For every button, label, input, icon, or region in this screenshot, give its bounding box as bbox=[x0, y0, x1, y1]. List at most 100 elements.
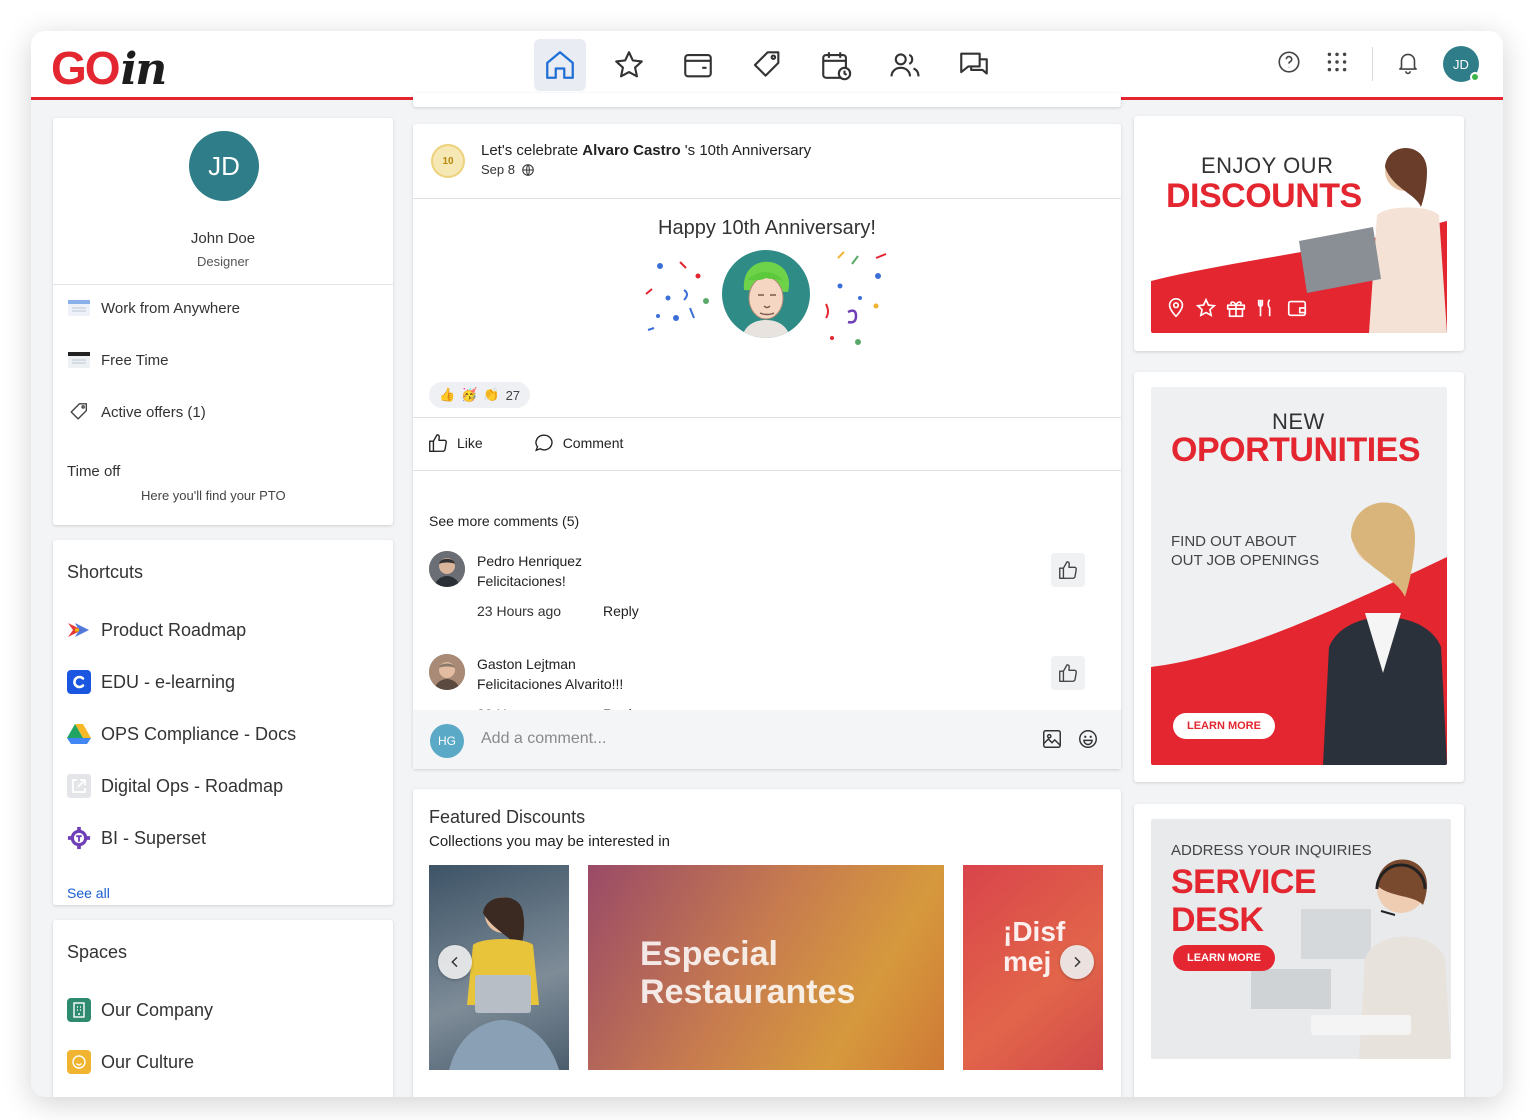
service-desk-big-text-1: SERVICE bbox=[1171, 863, 1317, 901]
nav-chat[interactable] bbox=[948, 39, 1000, 91]
featured-title: Featured Discounts bbox=[429, 807, 586, 827]
nav-favorites[interactable] bbox=[603, 39, 655, 91]
people-icon bbox=[890, 53, 920, 77]
thumbs-up-icon bbox=[1059, 561, 1077, 579]
profile-item-work-from-anywhere[interactable]: Work from Anywhere bbox=[67, 298, 240, 318]
confetti-right bbox=[825, 251, 887, 345]
commenter-name[interactable]: Gaston Lejtman bbox=[477, 656, 576, 672]
post-date: Sep 8 bbox=[481, 162, 515, 177]
profile-item-active-offers[interactable]: Active offers (1) bbox=[67, 402, 206, 422]
nav-wallet[interactable] bbox=[672, 39, 724, 91]
medal-number: 10 bbox=[442, 155, 454, 167]
help-button[interactable] bbox=[1276, 49, 1302, 80]
opportunities-banner[interactable]: NEW OPORTUNITIES FIND OUT ABOUT OUT JOB O… bbox=[1151, 387, 1447, 765]
edu-c-icon bbox=[67, 670, 91, 694]
see-more-comments-link[interactable]: See more comments (5) bbox=[429, 513, 579, 529]
commenter-avatar[interactable] bbox=[429, 551, 465, 587]
reactions-summary[interactable]: 👍 🥳 👏 27 bbox=[429, 382, 531, 408]
emoji-button[interactable] bbox=[1077, 728, 1099, 755]
home-icon bbox=[546, 51, 574, 79]
discount-card-especial-restaurantes[interactable]: Especial Restaurantes bbox=[588, 865, 944, 1070]
nav-calendar[interactable] bbox=[810, 39, 862, 91]
shortcuts-see-all-link[interactable]: See all bbox=[67, 885, 110, 901]
reply-button[interactable]: Reply bbox=[603, 603, 639, 619]
carousel-prev-button[interactable] bbox=[438, 945, 472, 979]
notifications-button[interactable] bbox=[1395, 49, 1421, 80]
thumbs-up-icon bbox=[1059, 664, 1077, 682]
header-actions: JD bbox=[1276, 46, 1480, 82]
discounts-small-text: ENJOY OUR bbox=[1201, 153, 1334, 178]
discounts-banner[interactable]: ENJOY OUR DISCOUNTS bbox=[1151, 131, 1447, 333]
commenter-name[interactable]: Pedro Henriquez bbox=[477, 553, 582, 569]
add-comment-input[interactable] bbox=[481, 730, 981, 748]
star-icon bbox=[1195, 297, 1217, 317]
chevron-right-icon bbox=[1074, 956, 1081, 968]
nav-people[interactable] bbox=[879, 39, 931, 91]
goin-logo[interactable]: GOin bbox=[51, 41, 167, 95]
post-actions: Like Comment bbox=[427, 432, 623, 454]
profile-name: John Doe bbox=[190, 230, 256, 247]
comment-text: Felicitaciones Alvarito!!! bbox=[477, 676, 624, 692]
shortcut-product-roadmap[interactable]: Product Roadmap bbox=[67, 618, 246, 642]
comment-like-button[interactable] bbox=[1051, 553, 1085, 587]
service-desk-learn-more-button[interactable]: LEARN MORE bbox=[1173, 945, 1275, 971]
card3-line2: mej bbox=[1003, 946, 1052, 977]
profile-item-free-time[interactable]: Free Time bbox=[67, 350, 169, 370]
help-icon bbox=[1278, 50, 1300, 73]
user-avatar-button[interactable]: JD bbox=[1443, 46, 1480, 82]
like-button[interactable]: Like bbox=[427, 432, 483, 454]
gift-icon bbox=[1226, 301, 1246, 318]
app-window: GOin JD JD John Doe Designer Work from A… bbox=[31, 31, 1503, 1097]
space-our-company[interactable]: Our Company bbox=[67, 998, 213, 1022]
promo-card-opportunities: NEW OPORTUNITIES FIND OUT ABOUT OUT JOB O… bbox=[1134, 372, 1464, 782]
especial-restaurantes-text: Especial Restaurantes bbox=[640, 935, 855, 1011]
current-user-avatar: HG bbox=[430, 724, 464, 758]
carousel-next-button[interactable] bbox=[1060, 945, 1094, 979]
shortcut-edu-e-learning[interactable]: EDU - e-learning bbox=[67, 670, 235, 694]
grid-dots-icon bbox=[1327, 52, 1347, 71]
promo-card-service-desk: ADDRESS YOUR INQUIRIES SERVICE DESK LEAR… bbox=[1134, 804, 1464, 1097]
current-user-initials: HG bbox=[438, 734, 456, 748]
discount-category-icons bbox=[1165, 297, 1309, 319]
post-title-name[interactable]: Alvaro Castro bbox=[582, 142, 680, 159]
post-title-suffix: 's 10th Anniversary bbox=[680, 142, 812, 159]
post-meta: Sep 8 bbox=[481, 162, 535, 177]
comment-label: Comment bbox=[562, 435, 624, 451]
space-our-culture[interactable]: Our Culture bbox=[67, 1050, 194, 1074]
commenter-avatar[interactable] bbox=[429, 654, 465, 690]
comment-button[interactable]: Comment bbox=[533, 432, 624, 454]
profile-item-label: Free Time bbox=[101, 351, 169, 369]
online-status-dot bbox=[1470, 72, 1480, 82]
anniversary-headline: Happy 10th Anniversary! bbox=[658, 217, 876, 239]
shortcut-label: Product Roadmap bbox=[101, 619, 247, 640]
clap-emoji: 👏 bbox=[483, 387, 500, 402]
timeoff-title: Time off bbox=[67, 463, 121, 480]
calendar-lines-icon bbox=[67, 298, 91, 318]
fork-knife-icon bbox=[1257, 299, 1271, 317]
opportunities-big-text: OPORTUNITIES bbox=[1171, 431, 1421, 469]
bell-icon bbox=[1399, 53, 1417, 74]
tag-icon bbox=[67, 402, 91, 422]
roadmap-icon bbox=[67, 618, 91, 642]
shortcut-ops-compliance-docs[interactable]: OPS Compliance - Docs bbox=[67, 722, 296, 746]
profile-initials: JD bbox=[208, 150, 240, 181]
apps-button[interactable] bbox=[1324, 49, 1350, 80]
shortcut-digital-ops-roadmap[interactable]: Digital Ops - Roadmap bbox=[67, 774, 283, 798]
comment-like-button[interactable] bbox=[1051, 656, 1085, 690]
profile-avatar[interactable]: JD bbox=[189, 131, 259, 201]
opportunities-learn-more-button[interactable]: LEARN MORE bbox=[1173, 713, 1275, 739]
service-desk-banner[interactable]: ADDRESS YOUR INQUIRIES SERVICE DESK LEAR… bbox=[1151, 819, 1451, 1059]
nav-home[interactable] bbox=[534, 39, 586, 91]
opportunities-sub-line1: FIND OUT ABOUT bbox=[1171, 533, 1297, 550]
profile-card: JD John Doe Designer Work from Anywhere … bbox=[53, 118, 393, 525]
space-label: Our Company bbox=[101, 999, 214, 1020]
medal-icon: 10 bbox=[431, 144, 465, 178]
thumbs-up-icon bbox=[429, 434, 447, 452]
shortcut-label: OPS Compliance - Docs bbox=[101, 723, 297, 744]
nav-offers[interactable] bbox=[741, 39, 793, 91]
actions-divider bbox=[413, 470, 1121, 471]
anniversary-portrait bbox=[722, 250, 810, 338]
attach-image-button[interactable] bbox=[1041, 728, 1063, 755]
external-link-icon bbox=[67, 774, 91, 798]
shortcut-bi-superset[interactable]: BI - Superset bbox=[67, 826, 206, 850]
